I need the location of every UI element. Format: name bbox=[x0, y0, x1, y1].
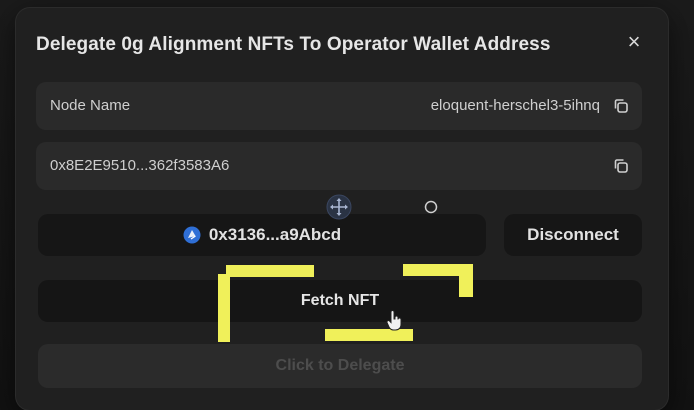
node-name-label: Node Name bbox=[50, 97, 131, 114]
hand-cursor-icon bbox=[386, 310, 402, 331]
delegate-button[interactable]: Click to Delegate bbox=[38, 344, 642, 388]
modal-title: Delegate 0g Alignment NFTs To Operator W… bbox=[36, 34, 551, 55]
copy-icon[interactable] bbox=[612, 157, 630, 175]
copy-icon[interactable] bbox=[612, 97, 630, 115]
fetch-nft-button[interactable]: Fetch NFT bbox=[38, 280, 642, 322]
move-handle-icon[interactable] bbox=[326, 194, 352, 220]
close-icon: × bbox=[627, 29, 641, 54]
close-button[interactable]: × bbox=[624, 29, 644, 54]
node-name-value: eloquent-herschel3-5ihnq bbox=[430, 97, 600, 114]
operator-address-value: 0x8E2E9510...362f3583A6 bbox=[50, 157, 230, 174]
disconnect-button[interactable]: Disconnect bbox=[504, 214, 642, 256]
operator-address-row: 0x8E2E9510...362f3583A6 bbox=[36, 142, 642, 190]
wallet-address: 0x3136...a9Abcd bbox=[208, 225, 342, 244]
highlight-bracket-top-left bbox=[226, 265, 314, 277]
highlight-bracket-left bbox=[218, 274, 230, 342]
delegate-modal: Delegate 0g Alignment NFTs To Operator W… bbox=[16, 8, 668, 410]
ring-indicator-icon bbox=[424, 200, 438, 214]
wallet-avatar-icon bbox=[183, 226, 201, 244]
node-name-row: Node Name eloquent-herschel3-5ihnq bbox=[36, 82, 642, 130]
highlight-bracket-right bbox=[459, 264, 473, 297]
connected-wallet-button[interactable]: 0x3136...a9Abcd bbox=[38, 214, 486, 256]
